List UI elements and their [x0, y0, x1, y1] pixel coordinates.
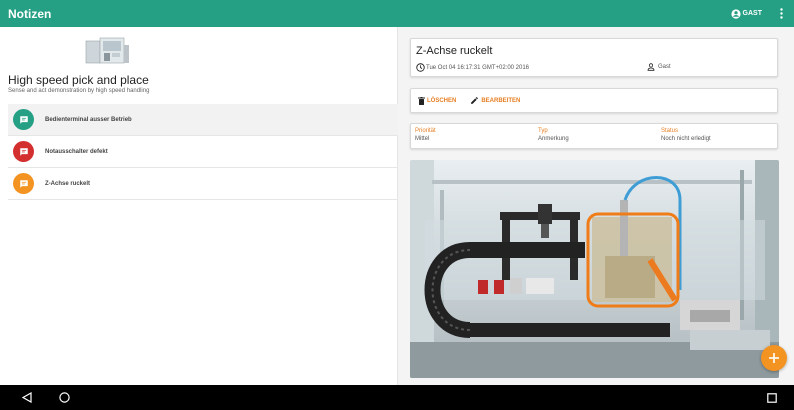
- trash-icon: [418, 96, 425, 105]
- note-label: Notausschalter defekt: [45, 148, 108, 155]
- more-vert-icon: [779, 8, 783, 19]
- pencil-icon: [471, 97, 479, 104]
- back-icon[interactable]: [22, 392, 32, 403]
- home-icon[interactable]: [59, 392, 70, 403]
- note-fields-card: Priorität Mittel Typ Anmerkung Status No…: [410, 123, 778, 149]
- note-avatar: [13, 141, 34, 162]
- field-type-value: Anmerkung: [538, 136, 569, 142]
- note-list-item[interactable]: Notausschalter defekt: [8, 136, 398, 168]
- note-photo[interactable]: [410, 160, 779, 378]
- note-datetime: Tue Oct 04 16:17:31 GMT+02:00 2016: [416, 63, 529, 72]
- field-status: Status Noch nicht erledigt: [661, 128, 711, 142]
- field-priority: Priorität Mittel: [415, 128, 436, 142]
- note-list-item[interactable]: Bedienterminal ausser Betrieb: [8, 104, 398, 136]
- note-actions-card: LÖSCHEN BEARBEITEN: [410, 88, 778, 113]
- note-author-text: Gast: [658, 64, 671, 70]
- field-type: Typ Anmerkung: [538, 128, 569, 142]
- field-priority-key: Priorität: [415, 128, 436, 134]
- note-datetime-text: Tue Oct 04 16:17:31 GMT+02:00 2016: [426, 64, 530, 71]
- note-header-card: Z-Achse ruckelt Tue Oct 04 16:17:31 GMT+…: [410, 38, 778, 77]
- app-title: Notizen: [8, 6, 52, 21]
- note-label: Z-Achse ruckelt: [45, 180, 91, 187]
- user-label: GAST: [742, 10, 762, 17]
- note-list-item[interactable]: Z-Achse ruckelt: [8, 168, 398, 200]
- project-subtitle: Sense and act demonstration by high spee…: [8, 88, 150, 94]
- plus-icon: [769, 353, 779, 363]
- field-priority-value: Mittel: [415, 136, 430, 142]
- person-icon: [647, 63, 655, 71]
- user-menu[interactable]: GAST: [730, 8, 762, 19]
- message-icon: [19, 179, 28, 188]
- machine-thumbnail: [85, 37, 129, 64]
- note-detail-panel: Z-Achse ruckelt Tue Oct 04 16:17:31 GMT+…: [399, 27, 794, 385]
- edit-button-label: BEARBEITEN: [481, 97, 521, 104]
- field-type-key: Typ: [538, 128, 548, 134]
- note-label: Bedienterminal ausser Betrieb: [45, 116, 132, 123]
- note-title: Z-Achse ruckelt: [416, 45, 493, 57]
- account-circle-icon: [730, 8, 741, 19]
- recents-icon[interactable]: [767, 393, 777, 403]
- add-note-button[interactable]: [761, 345, 787, 371]
- field-status-key: Status: [661, 128, 679, 134]
- app-bar: Notizen GAST: [0, 0, 794, 27]
- project-title: High speed pick and place: [8, 73, 149, 87]
- edit-button[interactable]: BEARBEITEN: [470, 96, 520, 105]
- message-icon: [19, 147, 28, 156]
- notes-panel: High speed pick and place Sense and act …: [0, 27, 398, 385]
- notes-list: Bedienterminal ausser Betrieb Notausscha…: [8, 104, 398, 200]
- note-avatar: [13, 173, 34, 194]
- field-status-value: Noch nicht erledigt: [661, 136, 711, 142]
- note-author: Gast: [647, 63, 671, 71]
- clock-icon: [416, 63, 425, 72]
- delete-button-label: LÖSCHEN: [427, 97, 457, 104]
- system-nav-bar: [0, 385, 794, 410]
- note-avatar: [13, 109, 34, 130]
- delete-button[interactable]: LÖSCHEN: [418, 96, 457, 105]
- more-menu-button[interactable]: [776, 7, 786, 21]
- message-icon: [19, 115, 28, 124]
